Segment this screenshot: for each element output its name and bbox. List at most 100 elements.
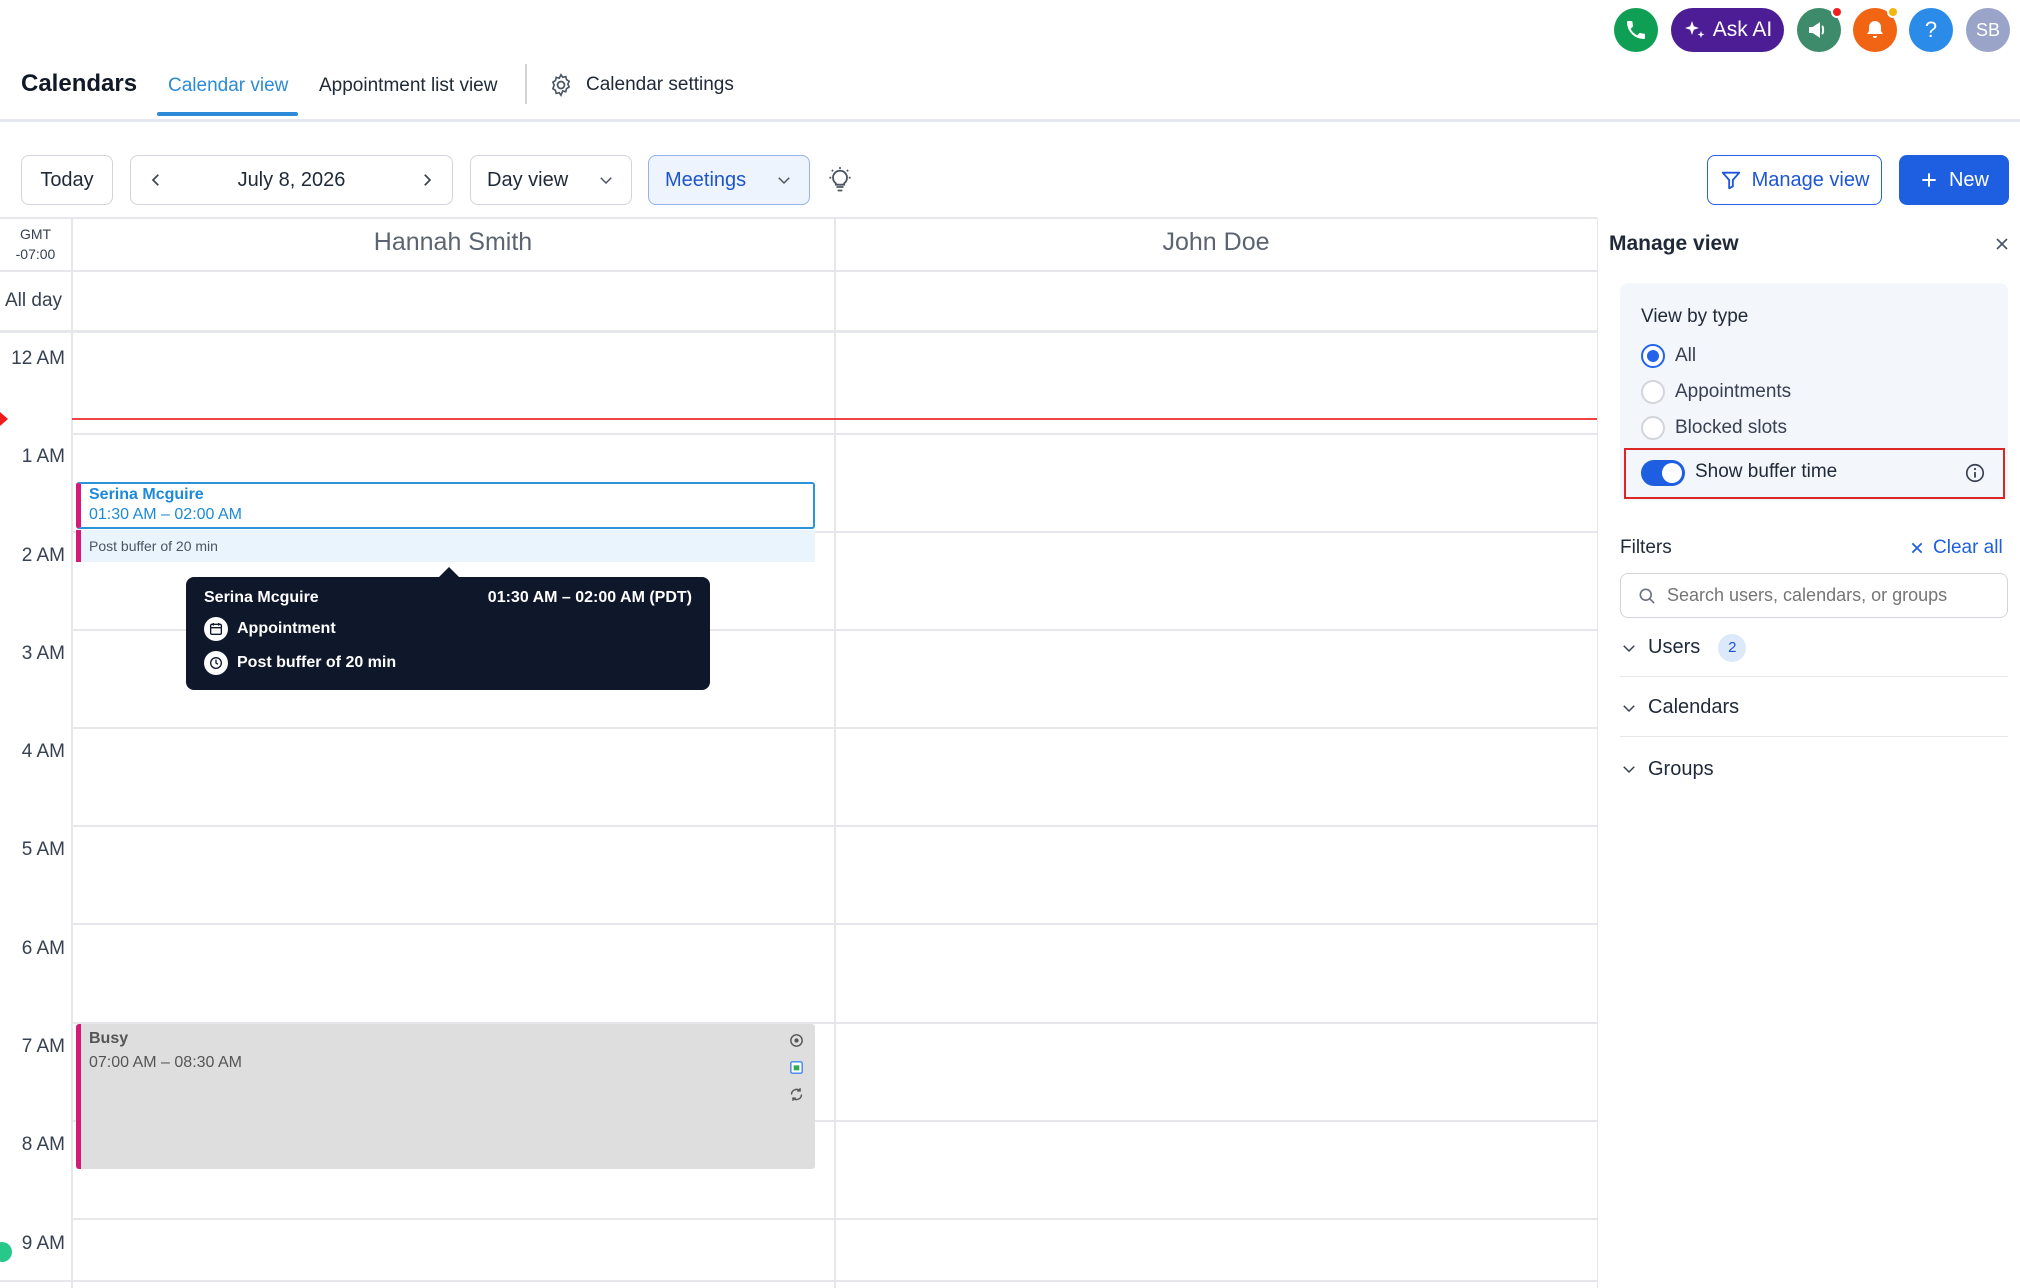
google-calendar-icon bbox=[790, 1061, 803, 1074]
buffer-time-toggle[interactable] bbox=[1641, 460, 1685, 486]
grid-bottom-border bbox=[0, 1280, 1597, 1282]
bell-icon bbox=[1867, 21, 1883, 38]
tab-appointment-list-view[interactable]: Appointment list view bbox=[319, 75, 497, 97]
filter-search[interactable] bbox=[1620, 573, 2008, 618]
current-date[interactable]: July 8, 2026 bbox=[238, 169, 346, 192]
radio-label: Appointments bbox=[1675, 381, 1792, 402]
event-title: Busy bbox=[89, 1030, 129, 1047]
tooltip-name: Serina Mcguire bbox=[204, 589, 319, 606]
new-button[interactable]: New bbox=[1899, 155, 2009, 205]
event-title: Serina Mcguire bbox=[89, 486, 204, 503]
grid-top-border bbox=[0, 217, 1597, 219]
filter-section-users[interactable]: Users 2 bbox=[1620, 619, 2008, 677]
all-day-label: All day bbox=[5, 290, 63, 311]
tooltip-buffer: Post buffer of 20 min bbox=[237, 654, 397, 671]
hour-line bbox=[72, 825, 1597, 827]
search-icon bbox=[1639, 588, 1655, 604]
all-day-divider bbox=[0, 330, 1597, 333]
radio-button[interactable] bbox=[1641, 416, 1665, 440]
buffer-time-label: Show buffer time bbox=[1695, 461, 1838, 482]
clear-all-button[interactable]: Clear all bbox=[1909, 537, 2003, 559]
filters-label: Filters bbox=[1620, 537, 1672, 558]
megaphone-icon bbox=[1809, 22, 1825, 38]
header-divider bbox=[0, 270, 1597, 272]
lightbulb-button[interactable] bbox=[826, 166, 854, 199]
clock-icon bbox=[204, 651, 228, 675]
busy-event[interactable]: Busy 07:00 AM – 08:30 AM bbox=[76, 1024, 815, 1169]
chevron-right-icon[interactable] bbox=[418, 171, 436, 189]
close-panel-button[interactable] bbox=[1992, 234, 2012, 259]
view-by-type-label: View by type bbox=[1641, 306, 1749, 327]
calendar-icon bbox=[204, 617, 228, 641]
clear-all-label: Clear all bbox=[1933, 537, 2003, 558]
active-tab-indicator bbox=[157, 112, 298, 116]
info-button[interactable] bbox=[1964, 462, 1986, 489]
chevron-left-icon[interactable] bbox=[147, 171, 165, 189]
ask-ai-label: Ask AI bbox=[1712, 18, 1773, 41]
filter-icon bbox=[1721, 171, 1740, 190]
hour-label: 2 AM bbox=[21, 545, 65, 566]
notification-dot bbox=[1887, 6, 1899, 18]
search-input[interactable] bbox=[1667, 582, 1997, 609]
help-button[interactable]: ? bbox=[1909, 8, 1953, 52]
column-divider bbox=[834, 217, 836, 1288]
radio-button[interactable] bbox=[1641, 344, 1665, 368]
phone-button[interactable] bbox=[1614, 8, 1658, 52]
time-gutter-divider bbox=[71, 217, 73, 1288]
radio-button[interactable] bbox=[1641, 380, 1665, 404]
avatar[interactable]: SB bbox=[1966, 8, 2010, 52]
plus-icon bbox=[1922, 173, 1936, 187]
hour-label: 8 AM bbox=[21, 1134, 65, 1155]
radio-label: All bbox=[1675, 345, 1697, 366]
manage-view-button[interactable]: Manage view bbox=[1707, 155, 1882, 205]
hour-label: 3 AM bbox=[21, 643, 65, 664]
toggle-knob bbox=[1662, 463, 1682, 483]
ask-ai-button[interactable]: Ask AI bbox=[1671, 8, 1784, 52]
announcements-button[interactable] bbox=[1797, 6, 1843, 52]
gear-icon bbox=[551, 73, 571, 98]
filter-section-groups[interactable]: Groups bbox=[1620, 740, 2008, 798]
radio-option-blocked-slots[interactable]: Blocked slots bbox=[1641, 416, 1787, 440]
hour-label: 6 AM bbox=[21, 938, 65, 959]
column-header-hannah-smith: Hannah Smith bbox=[373, 228, 533, 256]
info-icon bbox=[1965, 463, 1985, 483]
radio-label: Blocked slots bbox=[1675, 417, 1787, 438]
manage-view-label: Manage view bbox=[1751, 168, 1870, 191]
tooltip-arrow bbox=[439, 567, 459, 577]
notifications-button[interactable] bbox=[1853, 6, 1899, 52]
appointment-event[interactable]: Serina Mcguire 01:30 AM – 02:00 AM bbox=[76, 482, 815, 529]
sync-icon bbox=[790, 1088, 803, 1101]
users-count-badge: 2 bbox=[1718, 633, 1747, 662]
close-icon bbox=[1996, 238, 2008, 250]
current-time-marker bbox=[0, 412, 8, 426]
section-label: Groups bbox=[1648, 757, 1714, 780]
hour-label: 5 AM bbox=[21, 839, 65, 860]
radio-option-appointments[interactable]: Appointments bbox=[1641, 380, 1791, 404]
help-icon: ? bbox=[1924, 17, 1938, 42]
tooltip-time: 01:30 AM – 02:00 AM (PDT) bbox=[487, 589, 692, 606]
type-select[interactable]: Meetings bbox=[648, 155, 810, 205]
event-buffer[interactable]: Post buffer of 20 min bbox=[76, 530, 815, 562]
today-button[interactable]: Today bbox=[21, 155, 113, 205]
calendar-settings-label: Calendar settings bbox=[586, 74, 734, 95]
event-time: 01:30 AM – 02:00 AM bbox=[89, 506, 242, 523]
chevron-down-icon bbox=[1623, 766, 1635, 774]
hour-label: 1 AM bbox=[21, 446, 65, 467]
notification-dot bbox=[1831, 6, 1843, 18]
section-label: Users bbox=[1648, 636, 1701, 658]
chevron-down-icon bbox=[778, 177, 790, 185]
tab-calendar-view[interactable]: Calendar view bbox=[168, 75, 288, 97]
view-select[interactable]: Day view bbox=[470, 155, 632, 205]
view-select-value: Day view bbox=[487, 168, 569, 191]
radio-option-all[interactable]: All bbox=[1641, 344, 1696, 368]
filter-section-calendars[interactable]: Calendars bbox=[1620, 679, 2008, 737]
event-time: 07:00 AM – 08:30 AM bbox=[89, 1054, 242, 1071]
avatar-initials: SB bbox=[1975, 19, 2000, 40]
chevron-down-icon bbox=[600, 177, 612, 185]
hour-label: 4 AM bbox=[21, 741, 65, 762]
calendar-settings-link[interactable]: Calendar settings bbox=[548, 72, 734, 98]
phone-icon bbox=[1627, 21, 1645, 39]
sparkle-icon bbox=[1684, 21, 1705, 38]
chevron-down-icon bbox=[1623, 704, 1635, 712]
timezone-gmt: GMT bbox=[19, 226, 52, 242]
